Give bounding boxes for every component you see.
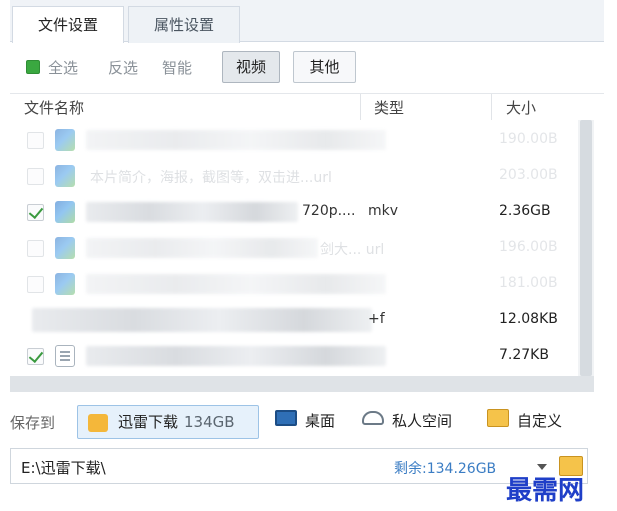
private-space-option[interactable]: 私人空间: [392, 405, 452, 439]
file-size: 7.27KB: [499, 347, 549, 363]
column-header-type[interactable]: 类型: [374, 97, 404, 118]
file-size: 196.00B: [499, 239, 558, 255]
file-size: 203.00B: [499, 167, 558, 183]
file-size: 2.36GB: [499, 203, 551, 219]
file-type: mkv: [368, 203, 399, 219]
invert-selection-link[interactable]: 反选: [108, 57, 138, 78]
table-row[interactable]: 本片简介，海报，截图等，双击进...url 203.00B: [10, 158, 580, 194]
blurred-filename: [86, 346, 386, 366]
select-all-checkbox[interactable]: [26, 60, 40, 74]
thunder-download-label: 迅雷下载: [118, 413, 179, 431]
folder-icon[interactable]: [487, 409, 509, 427]
blurred-filename: [86, 130, 386, 150]
file-name: 剑大... url: [320, 242, 385, 258]
table-row[interactable]: 7.27KB: [10, 338, 580, 374]
row-checkbox[interactable]: [27, 204, 44, 221]
row-checkbox[interactable]: [27, 348, 44, 365]
file-name: 720p....: [302, 203, 356, 219]
url-file-icon: [55, 165, 75, 187]
file-size: 190.00B: [499, 131, 558, 147]
row-checkbox[interactable]: [27, 240, 44, 257]
file-type: +f: [368, 311, 385, 327]
site-watermark: 最需网: [506, 476, 585, 506]
blurred-filename: [86, 274, 386, 294]
table-row[interactable]: 720p.... mkv 2.36GB: [10, 194, 580, 230]
tab-bar: 文件设置 属性设置: [10, 0, 604, 43]
thunder-free-space: 134GB: [184, 413, 235, 431]
column-header-name[interactable]: 文件名称: [24, 97, 84, 118]
video-file-icon: [55, 201, 75, 223]
scrollbar-thumb[interactable]: [580, 120, 592, 376]
desktop-option[interactable]: 桌面: [305, 405, 335, 439]
image-file-icon: [55, 237, 75, 259]
row-checkbox[interactable]: [27, 168, 44, 185]
smart-select-link[interactable]: 智能: [162, 57, 192, 78]
file-list: 190.00B 本片简介，海报，截图等，双击进...url 203.00B 72…: [10, 120, 580, 376]
row-checkbox[interactable]: [27, 276, 44, 293]
text-file-icon: [55, 345, 75, 367]
other-filter-button[interactable]: 其他: [293, 51, 356, 83]
video-filter-button[interactable]: 视频: [222, 51, 280, 83]
save-path-input[interactable]: E:\迅雷下载\ 剩余:134.26GB: [10, 448, 588, 484]
file-size: 12.08KB: [499, 311, 558, 327]
filter-toolbar: 全选 反选 智能 视频 其他: [10, 43, 604, 93]
table-row[interactable]: 剑大... url 196.00B: [10, 230, 580, 266]
table-row[interactable]: 190.00B: [10, 122, 580, 158]
blurred-filename: [32, 308, 372, 332]
file-size: 181.00B: [499, 275, 558, 291]
free-space-label: 剩余:134.26GB: [394, 461, 497, 477]
row-checkbox[interactable]: [27, 132, 44, 149]
image-file-icon: [55, 273, 75, 295]
table-row[interactable]: +f 12.08KB: [10, 302, 580, 338]
save-to-label: 保存到: [10, 414, 56, 432]
blurred-filename: [86, 202, 298, 222]
column-divider[interactable]: [360, 94, 361, 120]
image-file-icon: [55, 129, 75, 151]
table-header: 文件名称 类型 大小: [10, 93, 604, 120]
tab-file-settings[interactable]: 文件设置: [12, 6, 124, 43]
horizontal-scrollbar[interactable]: [10, 376, 594, 392]
column-divider[interactable]: [491, 94, 492, 120]
file-name: 本片简介，海报，截图等，双击进...url: [90, 170, 332, 186]
save-location-bar: 保存到 迅雷下载 134GB 桌面 私人空间 自定义: [0, 400, 617, 444]
save-path-value[interactable]: E:\迅雷下载\: [21, 457, 106, 478]
table-row[interactable]: 181.00B: [10, 266, 580, 302]
thunder-folder-icon: [88, 414, 108, 432]
thunder-download-option[interactable]: 迅雷下载 134GB: [77, 405, 259, 439]
cloud-icon[interactable]: [362, 411, 384, 425]
column-header-size[interactable]: 大小: [506, 97, 536, 118]
tab-property-settings[interactable]: 属性设置: [128, 6, 240, 43]
custom-location-option[interactable]: 自定义: [517, 405, 562, 439]
vertical-scrollbar[interactable]: [578, 120, 594, 376]
blurred-filename: [86, 238, 318, 258]
desktop-icon[interactable]: [275, 410, 297, 426]
file-settings-panel: 文件设置 属性设置 全选 反选 智能 视频 其他 文件名称 类型 大小 190.…: [10, 0, 604, 396]
select-all-link[interactable]: 全选: [48, 57, 78, 78]
